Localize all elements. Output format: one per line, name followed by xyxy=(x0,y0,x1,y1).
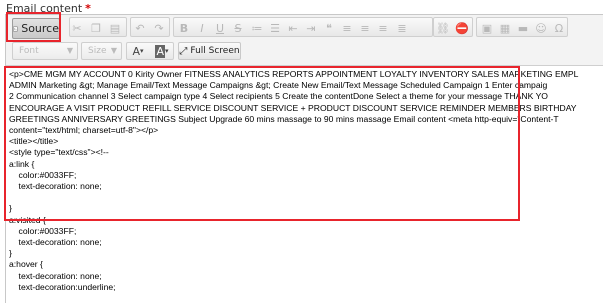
source-button-highlight xyxy=(6,12,61,42)
bold-icon[interactable]: B xyxy=(177,21,191,35)
source-code-line: color:#0033FF; xyxy=(9,225,77,236)
justify-icon[interactable]: ≣ xyxy=(395,21,409,35)
size-select[interactable]: Size ▼ xyxy=(81,42,122,60)
size-select-label: Size xyxy=(88,46,107,56)
chevron-down-icon: ▼ xyxy=(110,46,117,55)
table-icon[interactable]: ▦ xyxy=(498,21,512,35)
font-select[interactable]: Font ▼ xyxy=(12,42,78,60)
undo-icon[interactable]: ↶ xyxy=(133,21,147,35)
redo-icon[interactable]: ↷ xyxy=(152,21,166,35)
unlink-icon[interactable]: ⛔ xyxy=(455,21,469,35)
align-right-icon[interactable]: ≡ xyxy=(376,21,390,35)
source-code-line: text-decoration: none; xyxy=(9,270,102,281)
paste-icon[interactable]: ▤ xyxy=(108,21,122,35)
editor-toolbar: Source ✂ ❐ ▤ ↶ ↷ B I U S ≔ ☰ ⇤ ⇥ ❝ ≡ ≡ ≡… xyxy=(6,15,603,65)
font-select-label: Font xyxy=(19,46,39,56)
chevron-down-icon: ▾ xyxy=(140,47,144,55)
indent-icon[interactable]: ⇥ xyxy=(304,21,318,35)
special-char-icon[interactable]: Ω xyxy=(552,21,566,35)
chevron-down-icon: ▼ xyxy=(66,46,73,55)
chevron-down-icon: ▾ xyxy=(165,47,169,55)
cut-icon[interactable]: ✂ xyxy=(70,21,84,35)
source-code-line: text-decoration:underline; xyxy=(9,281,116,292)
smiley-icon[interactable]: ☺ xyxy=(534,21,548,35)
strikethrough-icon[interactable]: S xyxy=(231,21,245,35)
image-icon[interactable]: ▣ xyxy=(480,21,494,35)
toolbar-row-2: Font ▼ Size ▼ A ▾ A ▾ ⤢ Full Screen xyxy=(6,39,603,63)
numbered-list-icon[interactable]: ≔ xyxy=(250,21,264,35)
bg-color-label: A xyxy=(155,44,165,58)
formatting-group xyxy=(173,17,433,37)
toolbar-row-1: Source ✂ ❐ ▤ ↶ ↷ B I U S ≔ ☰ ⇤ ⇥ ❝ ≡ ≡ ≡… xyxy=(6,15,603,39)
code-highlight-box xyxy=(4,66,520,221)
source-code-line: a:hover { xyxy=(9,259,43,270)
fullscreen-button-label: Full Screen xyxy=(190,46,240,56)
italic-icon[interactable]: I xyxy=(195,21,209,35)
underline-icon[interactable]: U xyxy=(213,21,227,35)
horizontal-rule-icon[interactable]: ▬ xyxy=(516,21,530,35)
fullscreen-icon: ⤢ xyxy=(179,45,188,57)
copy-icon[interactable]: ❐ xyxy=(89,21,103,35)
source-code-line: } xyxy=(9,248,12,259)
blockquote-icon[interactable]: ❝ xyxy=(322,21,336,35)
align-center-icon[interactable]: ≡ xyxy=(358,21,372,35)
align-left-icon[interactable]: ≡ xyxy=(340,21,354,35)
fullscreen-button[interactable]: ⤢ Full Screen xyxy=(178,42,241,60)
outdent-icon[interactable]: ⇤ xyxy=(286,21,300,35)
bulleted-list-icon[interactable]: ☰ xyxy=(268,21,282,35)
source-code-line: text-decoration: none; xyxy=(9,237,102,248)
link-icon[interactable]: ⛓ xyxy=(436,21,450,35)
text-color-button[interactable]: A ▾ xyxy=(129,44,147,58)
bg-color-button[interactable]: A ▾ xyxy=(152,44,172,58)
text-color-label: A xyxy=(132,44,140,58)
